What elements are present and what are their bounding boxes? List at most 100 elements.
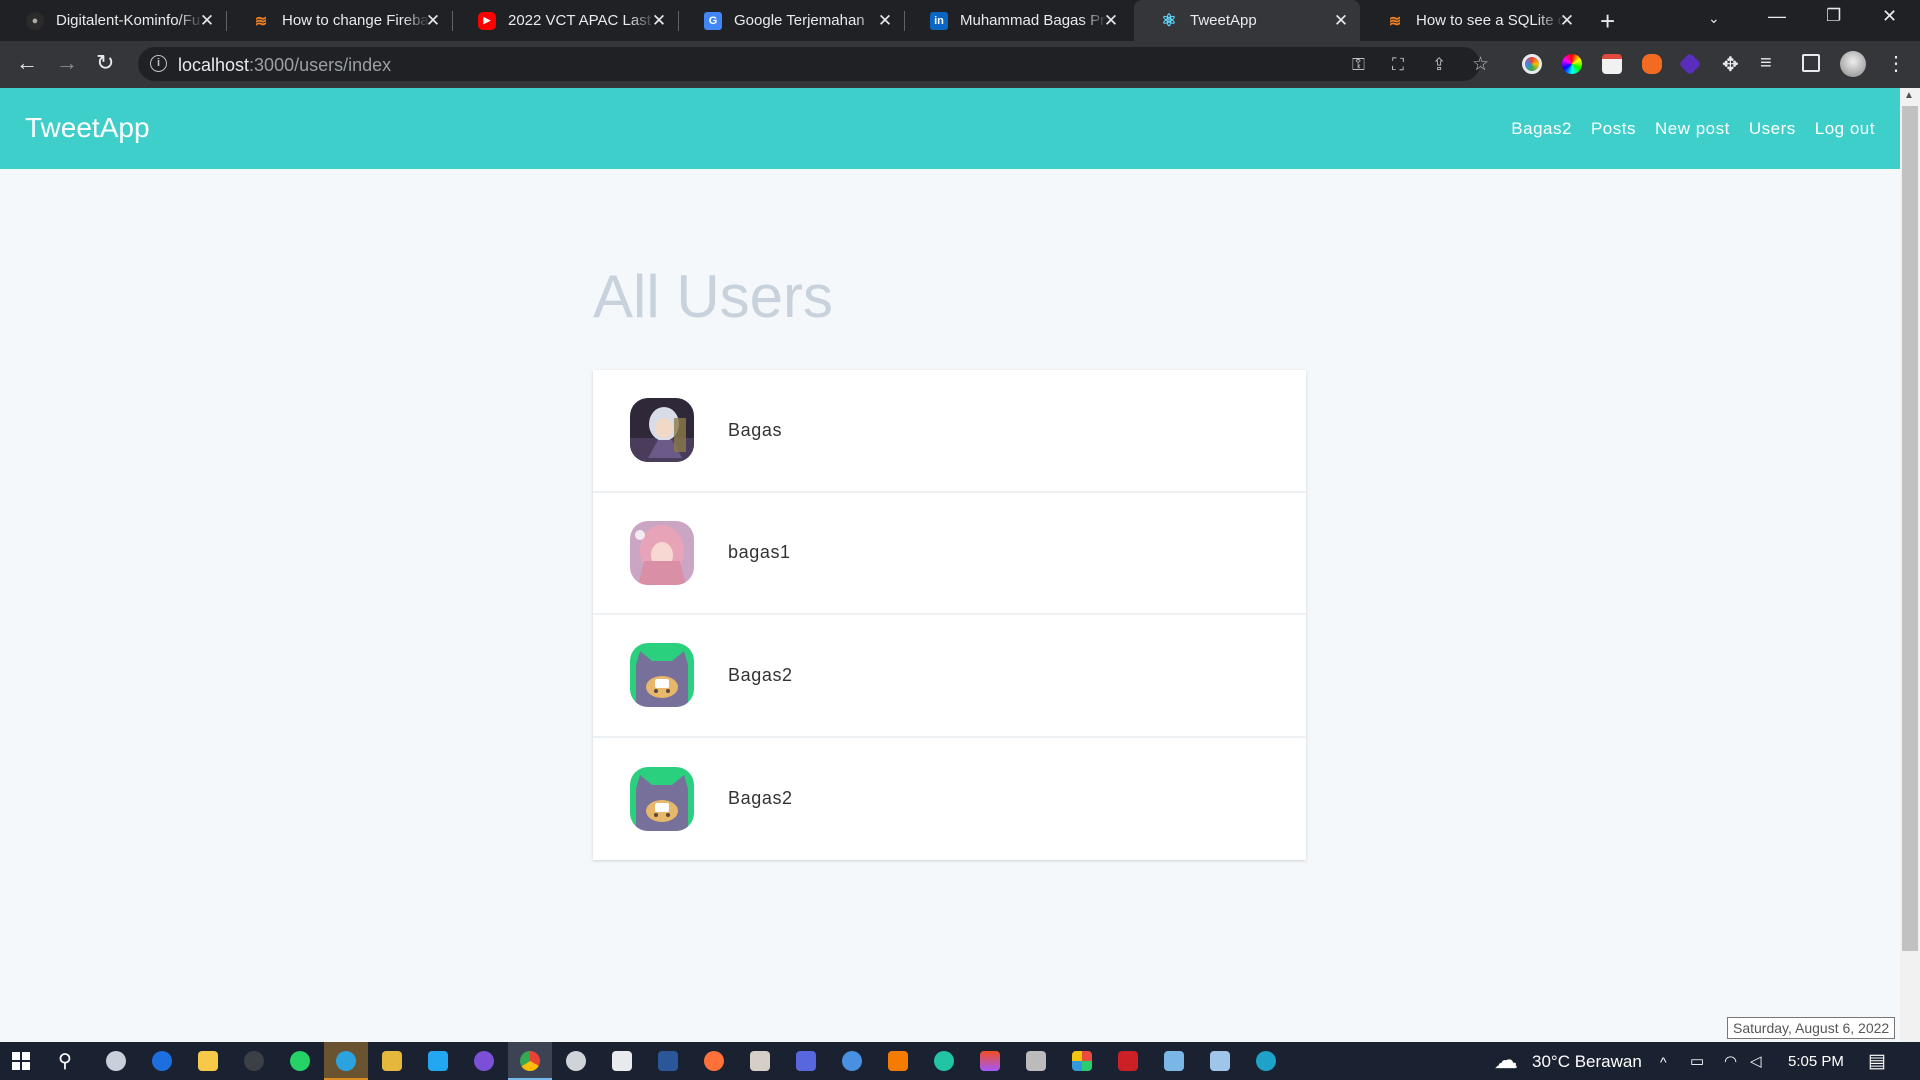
browser-tab-strip: ● Digitalent-Kominfo/Fu ✕ ≋ How to chang… [0, 0, 1920, 41]
user-list-item[interactable]: bagas1 [593, 493, 1306, 615]
taskbar-app-icon[interactable] [382, 1051, 402, 1071]
restore-button[interactable]: ❐ [1826, 6, 1841, 26]
site-info-icon[interactable]: i [150, 55, 167, 72]
settings-gear-icon[interactable] [566, 1051, 586, 1071]
new-tab-button[interactable]: + [1600, 6, 1615, 37]
nav-link-profile[interactable]: Bagas2 [1511, 119, 1572, 139]
user-name[interactable]: Bagas2 [728, 665, 793, 686]
react-icon: ⚛ [1161, 10, 1177, 30]
side-panel-icon[interactable] [1802, 54, 1820, 72]
weather-cloud-icon[interactable]: ☁ [1494, 1046, 1518, 1075]
url-text[interactable]: localhost:3000/users/index [178, 55, 391, 76]
taskbar-app-icon[interactable] [1210, 1051, 1230, 1071]
close-tab-icon[interactable]: ✕ [1558, 11, 1576, 31]
back-icon[interactable]: ← [16, 50, 38, 76]
taskbar-app-icon[interactable] [1118, 1051, 1138, 1071]
close-tab-icon[interactable]: ✕ [198, 11, 216, 31]
cat-mascot-avatar[interactable] [630, 766, 694, 831]
extension-purple-icon[interactable] [1678, 52, 1702, 76]
anime-character-avatar[interactable] [630, 398, 694, 463]
menu-dots-icon[interactable]: ⋮ [1886, 51, 1906, 76]
close-tab-icon[interactable]: ✕ [424, 11, 442, 31]
media-control-icon[interactable]: ≡ [1760, 52, 1772, 75]
volume-icon[interactable]: ◁ [1750, 1052, 1762, 1070]
browser-tab[interactable]: ▶ 2022 VCT APAC Last C ✕ [452, 0, 678, 41]
app-logo[interactable]: TweetApp [25, 112, 150, 144]
key-icon[interactable]: ⚿ [1352, 55, 1365, 75]
user-name[interactable]: Bagas [728, 420, 782, 441]
extension-color-icon[interactable] [1522, 54, 1542, 74]
windows-start-icon[interactable] [12, 1052, 30, 1070]
date-tooltip: Saturday, August 6, 2022 [1727, 1017, 1896, 1039]
edge-icon[interactable] [1256, 1051, 1276, 1071]
vscode-icon[interactable] [428, 1051, 448, 1071]
taskbar-app-icon[interactable] [796, 1051, 816, 1071]
close-tab-icon[interactable]: ✕ [1332, 11, 1350, 31]
user-list-item[interactable]: Bagas [593, 370, 1306, 493]
notification-icon[interactable]: ▤ [1868, 1050, 1886, 1073]
nav-link-logout[interactable]: Log out [1815, 119, 1875, 139]
weather-text[interactable]: 30°C Berawan [1532, 1052, 1642, 1072]
chrome-icon[interactable] [520, 1051, 540, 1071]
xampp-icon[interactable] [888, 1051, 908, 1071]
browser-tab[interactable]: G Google Terjemahan ✕ [678, 0, 904, 41]
pink-hair-girl-avatar[interactable] [630, 520, 694, 585]
close-tab-icon[interactable]: ✕ [876, 11, 894, 31]
nav-link-new-post[interactable]: New post [1655, 119, 1730, 139]
taskbar-app-icon[interactable] [1026, 1051, 1046, 1071]
wifi-icon[interactable]: ◠ [1724, 1052, 1737, 1070]
taskbar-app-icon[interactable] [934, 1051, 954, 1071]
profile-avatar-icon[interactable] [1840, 51, 1866, 77]
browser-tab[interactable]: ● Digitalent-Kominfo/Fu ✕ [0, 0, 226, 41]
taskbar-app-icon[interactable] [106, 1051, 126, 1071]
address-bar[interactable]: i localhost:3000/users/index ⚿ ⛶ ⇪ ☆ [138, 47, 1489, 81]
translate-icon[interactable]: ⛶ [1392, 55, 1404, 75]
tray-chevron-icon[interactable]: ^ [1660, 1054, 1667, 1070]
extension-palette-icon[interactable] [1562, 54, 1582, 74]
telegram-icon[interactable] [336, 1051, 356, 1071]
browser-tab[interactable]: ≋ How to change Fireba ✕ [226, 0, 452, 41]
file-explorer-icon[interactable] [198, 1051, 218, 1071]
taskbar-app-icon[interactable] [750, 1051, 770, 1071]
taskbar-app-icon[interactable] [152, 1051, 172, 1071]
taskbar-app-icon[interactable] [1072, 1051, 1092, 1071]
forward-icon[interactable]: → [56, 50, 78, 76]
browser-tab[interactable]: ≋ How to see a SQLite c ✕ [1360, 0, 1586, 41]
user-name[interactable]: Bagas2 [728, 788, 793, 809]
figma-icon[interactable] [980, 1051, 1000, 1071]
share-icon[interactable]: ⇪ [1432, 55, 1446, 75]
close-tab-icon[interactable]: ✕ [1102, 11, 1120, 31]
battery-icon[interactable]: ▭ [1690, 1052, 1704, 1070]
nav-link-posts[interactable]: Posts [1591, 119, 1636, 139]
clock-time[interactable]: 5:05 PM [1788, 1053, 1844, 1070]
cat-mascot-avatar[interactable] [630, 643, 694, 708]
stackoverflow-icon: ≋ [254, 12, 268, 30]
extension-calendar-icon[interactable] [1602, 54, 1622, 74]
tab-search-icon[interactable]: ⌄ [1708, 10, 1720, 27]
taskbar-app-icon[interactable] [474, 1051, 494, 1071]
minimize-button[interactable]: — [1768, 6, 1786, 27]
whatsapp-icon[interactable] [290, 1051, 310, 1071]
taskbar-app-icon[interactable] [1164, 1051, 1184, 1071]
bookmark-star-icon[interactable]: ☆ [1472, 53, 1489, 76]
browser-tab[interactable]: in Muhammad Bagas Pr ✕ [904, 0, 1130, 41]
search-icon[interactable]: ⚲ [58, 1050, 72, 1073]
user-list-item[interactable]: Bagas2 [593, 738, 1306, 861]
taskbar-app-icon[interactable] [612, 1051, 632, 1071]
close-tab-icon[interactable]: ✕ [650, 11, 668, 31]
taskbar-app-icon[interactable] [842, 1051, 862, 1071]
firefox-icon[interactable] [704, 1051, 724, 1071]
extension-orange-icon[interactable] [1642, 54, 1662, 74]
browser-tab-active[interactable]: ⚛ TweetApp ✕ [1134, 0, 1360, 41]
close-window-button[interactable]: ✕ [1882, 6, 1897, 27]
user-name[interactable]: bagas1 [728, 542, 791, 563]
extensions-puzzle-icon[interactable]: ✥ [1722, 52, 1739, 77]
reload-icon[interactable]: ↻ [96, 50, 114, 76]
scroll-up-arrow-icon[interactable]: ▲ [1904, 90, 1914, 101]
word-icon[interactable] [658, 1051, 678, 1071]
nav-link-users[interactable]: Users [1749, 119, 1796, 139]
taskbar-app-icon[interactable] [244, 1051, 264, 1071]
user-list-item[interactable]: Bagas2 [593, 615, 1306, 738]
windows-taskbar: ⚲ ☁ 30°C Berawan ^ ▭ ◠ ◁ 5:05 PM ▤ [0, 1042, 1920, 1080]
scrollbar-thumb[interactable] [1902, 106, 1918, 951]
